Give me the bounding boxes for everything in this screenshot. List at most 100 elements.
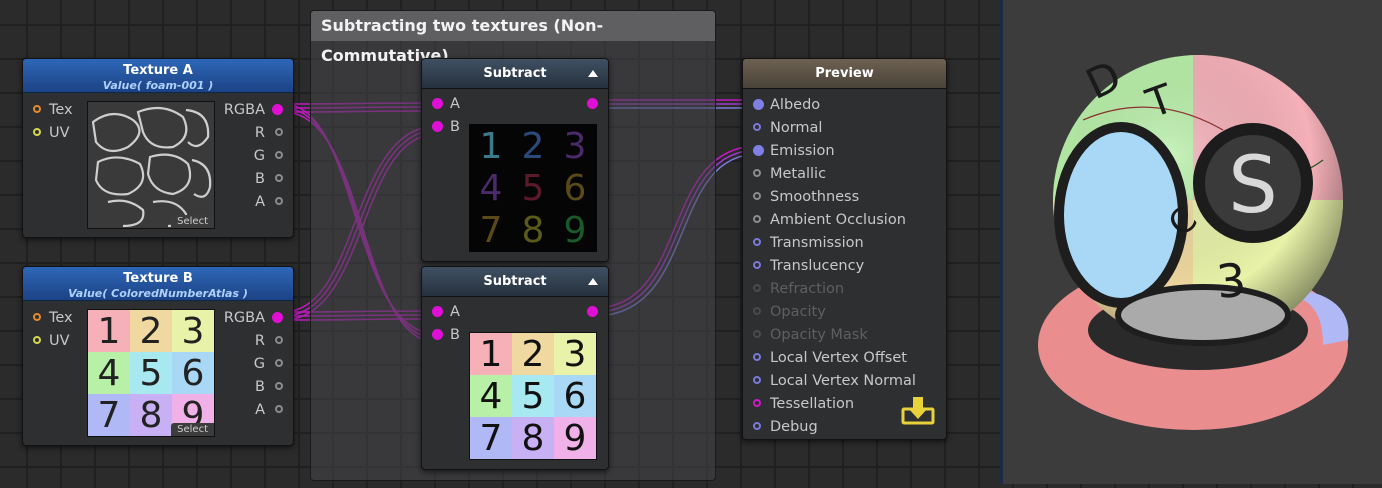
number-atlas-grid: 1 2 3 4 5 6 7 8 9 <box>88 310 214 436</box>
preview-port-opacity-mask[interactable]: Opacity Mask <box>753 326 868 344</box>
subtract-1-preview: 1 2 3 4 5 6 7 8 9 <box>469 124 597 252</box>
port-uv-a[interactable]: UV <box>33 124 70 142</box>
preview-port-label: Opacity <box>770 304 826 320</box>
preview-port-translucency[interactable]: Translucency <box>753 257 864 275</box>
preview-port-label: Albedo <box>770 97 821 113</box>
select-texture-a-button[interactable]: Select <box>171 215 214 228</box>
port-a-in-sub2[interactable]: A <box>432 303 460 321</box>
texture-b-thumbnail: 1 2 3 4 5 6 7 8 9 Select <box>87 309 215 437</box>
port-out-sub2[interactable] <box>586 303 598 321</box>
preview-port-label: Ambient Occlusion <box>770 212 906 228</box>
select-texture-b-button[interactable]: Select <box>171 423 214 436</box>
atlas-cell: 3 <box>172 310 214 352</box>
port-g-b[interactable]: G <box>254 355 283 373</box>
preview-port-ambient-occlusion[interactable]: Ambient Occlusion <box>753 211 906 229</box>
result-cell: 1 <box>479 125 503 167</box>
preview-port-tessellation[interactable]: Tessellation <box>753 395 854 413</box>
result-cell: 5 <box>512 375 554 417</box>
preview-port-refraction[interactable]: Refraction <box>753 280 844 298</box>
texture-a-header[interactable]: Texture A Value( foam-001 ) <box>23 59 293 93</box>
port-alpha-a[interactable]: A <box>255 193 283 211</box>
preview-port-albedo[interactable]: Albedo <box>753 96 820 114</box>
subtract-2-header[interactable]: Subtract <box>422 267 608 297</box>
subtract-node-2[interactable]: Subtract A B 1 2 3 4 5 6 7 8 9 <box>421 266 609 470</box>
port-tex-a[interactable]: Tex <box>33 101 73 119</box>
port-socket-icon <box>753 145 764 156</box>
subtract-2-preview: 1 2 3 4 5 6 7 8 9 <box>469 332 597 460</box>
preview-port-local-vertex-offset[interactable]: Local Vertex Offset <box>753 349 907 367</box>
port-rgba-b[interactable]: RGBA <box>224 309 283 327</box>
port-out-icon <box>587 306 598 317</box>
preview-port-label: Emission <box>770 143 835 159</box>
port-tex-icon <box>33 313 41 321</box>
port-b-icon <box>432 329 443 340</box>
port-alpha-b[interactable]: A <box>255 401 283 419</box>
atlas-cell: 6 <box>172 352 214 394</box>
port-tex-b[interactable]: Tex <box>33 309 73 327</box>
port-socket-icon <box>753 169 761 177</box>
texture-a-value: Value( foam-001 ) <box>102 79 214 92</box>
save-output-icon[interactable] <box>901 395 935 427</box>
preview-port-emission[interactable]: Emission <box>753 142 835 160</box>
port-socket-icon <box>753 123 761 131</box>
preview-port-debug[interactable]: Debug <box>753 418 818 436</box>
group-title[interactable]: Subtracting two textures (Non-Commutativ… <box>311 11 715 65</box>
result-cell: 2 <box>512 333 554 375</box>
port-socket-icon <box>753 192 761 200</box>
texture-b-node[interactable]: Texture B Value( ColoredNumberAtlas ) Te… <box>22 266 294 446</box>
port-socket-icon <box>753 238 761 246</box>
port-socket-icon <box>753 399 761 407</box>
port-socket-icon <box>753 422 761 430</box>
port-uv-b[interactable]: UV <box>33 332 70 350</box>
atlas-cell: 4 <box>88 352 130 394</box>
subtract-1-grid: 1 2 3 4 5 6 7 8 9 <box>470 125 596 251</box>
collapse-arrow-icon[interactable] <box>588 70 598 77</box>
preview-header[interactable]: Preview <box>743 59 946 89</box>
collapse-arrow-icon[interactable] <box>588 278 598 285</box>
preview-port-label: Refraction <box>770 281 845 297</box>
result-cell: 5 <box>521 167 545 209</box>
preview-port-smoothness[interactable]: Smoothness <box>753 188 859 206</box>
subtract-2-title: Subtract <box>483 274 547 289</box>
port-b-in-sub2[interactable]: B <box>432 326 460 344</box>
port-a-in-sub1[interactable]: A <box>432 95 460 113</box>
result-cell: 4 <box>479 167 503 209</box>
material-preview-panel[interactable]: S D T C 3 <box>1000 0 1382 484</box>
port-b-b[interactable]: B <box>255 378 283 396</box>
atlas-cell: 7 <box>88 394 130 436</box>
preview-title: Preview <box>815 66 874 81</box>
port-rgba-a[interactable]: RGBA <box>224 101 283 119</box>
atlas-cell: 5 <box>130 352 172 394</box>
preview-port-normal[interactable]: Normal <box>753 119 822 137</box>
preview-port-metallic[interactable]: Metallic <box>753 165 826 183</box>
preview-port-label: Smoothness <box>770 189 860 205</box>
port-b-a[interactable]: B <box>255 170 283 188</box>
preview-port-local-vertex-normal[interactable]: Local Vertex Normal <box>753 372 916 390</box>
port-r-b[interactable]: R <box>255 332 283 350</box>
port-b-in-sub1[interactable]: B <box>432 118 460 136</box>
material-sphere-render: S D T C 3 <box>1038 51 1349 430</box>
svg-text:3: 3 <box>1214 253 1248 309</box>
texture-a-node[interactable]: Texture A Value( foam-001 ) Tex UV Selec… <box>22 58 294 238</box>
preview-output-node[interactable]: Preview Albedo Normal Emission Metallic Smoo… <box>742 58 947 440</box>
port-out-sub1[interactable] <box>586 95 598 113</box>
port-g-a[interactable]: G <box>254 147 283 165</box>
preview-port-transmission[interactable]: Transmission <box>753 234 864 252</box>
port-r-icon <box>275 336 283 344</box>
atlas-cell: 2 <box>130 310 172 352</box>
subtract-node-1[interactable]: Subtract A B 1 2 3 4 5 6 7 8 9 <box>421 58 609 262</box>
subtract-1-header[interactable]: Subtract <box>422 59 608 89</box>
subtract-1-title: Subtract <box>483 66 547 81</box>
port-b-icon <box>432 121 443 132</box>
port-a-icon <box>275 197 283 205</box>
port-socket-icon <box>753 307 761 315</box>
foam-texture-image <box>88 102 214 228</box>
texture-b-value: Value( ColoredNumberAtlas ) <box>68 287 248 300</box>
result-cell: 9 <box>563 209 587 251</box>
port-r-a[interactable]: R <box>255 124 283 142</box>
preview-port-opacity[interactable]: Opacity <box>753 303 826 321</box>
atlas-cell: 1 <box>88 310 130 352</box>
result-cell: 9 <box>554 417 596 459</box>
result-cell: 7 <box>470 417 512 459</box>
texture-b-header[interactable]: Texture B Value( ColoredNumberAtlas ) <box>23 267 293 301</box>
